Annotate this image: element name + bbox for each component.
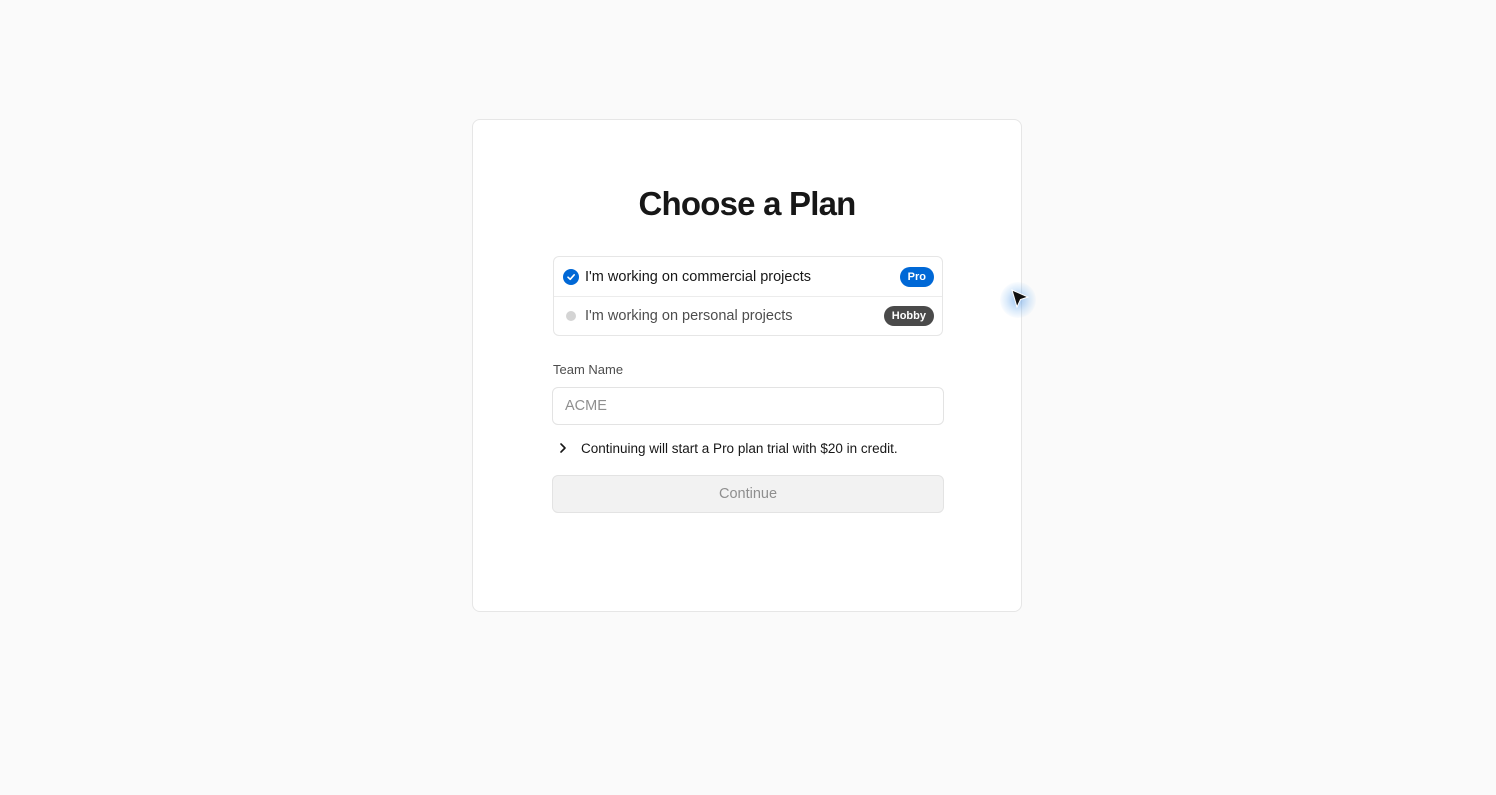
- plan-option-label: I'm working on commercial projects: [585, 268, 811, 285]
- page-title: Choose a Plan: [638, 185, 857, 222]
- plan-card: Choose a Plan I'm working on commercial …: [472, 119, 1022, 612]
- plan-option-label: I'm working on personal projects: [585, 308, 793, 324]
- plan-option-commercial[interactable]: I'm working on commercial projects Pro: [554, 257, 942, 296]
- chevron-right-icon[interactable]: [553, 438, 573, 458]
- plan-radio-group: I'm working on commercial projects Pro I…: [553, 256, 943, 336]
- trial-info-disclosure[interactable]: Continuing will start a Pro plan trial w…: [553, 438, 898, 458]
- mouse-pointer-icon: [1011, 289, 1030, 309]
- team-name-label: Team Name: [553, 362, 624, 377]
- team-name-input[interactable]: [552, 387, 944, 425]
- trial-info-text: Continuing will start a Pro plan trial w…: [581, 440, 898, 456]
- continue-button[interactable]: Continue: [552, 475, 944, 513]
- radio-unchecked-icon[interactable]: [563, 308, 579, 324]
- plan-option-personal[interactable]: I'm working on personal projects Hobby: [554, 296, 942, 335]
- radio-checked-icon[interactable]: [563, 268, 579, 285]
- plan-badge-pro: Pro: [899, 266, 934, 287]
- plan-badge-hobby: Hobby: [883, 306, 934, 326]
